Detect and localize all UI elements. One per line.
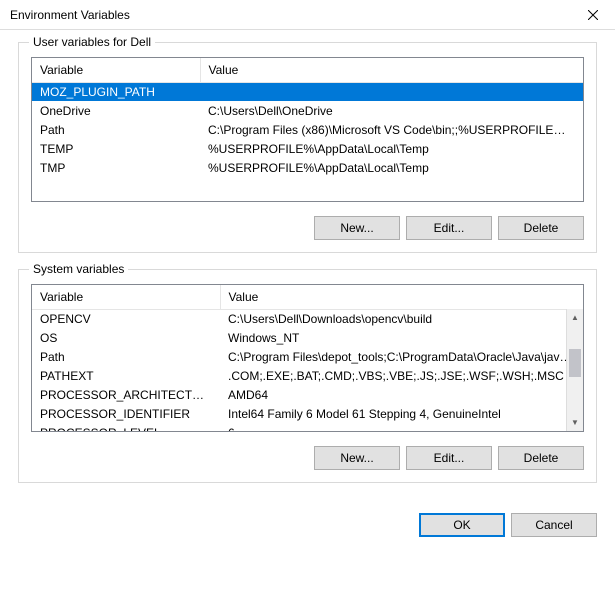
user-edit-button[interactable]: Edit...	[406, 216, 492, 240]
user-group-legend: User variables for Dell	[29, 35, 155, 49]
cell-value: AMD64	[220, 385, 583, 404]
system-delete-button[interactable]: Delete	[498, 446, 584, 470]
user-new-button[interactable]: New...	[314, 216, 400, 240]
dialog-content: User variables for Dell Variable Value M…	[0, 30, 615, 513]
cell-variable: OneDrive	[32, 101, 200, 120]
cell-variable: Path	[32, 347, 220, 366]
titlebar: Environment Variables	[0, 0, 615, 30]
user-col-variable[interactable]: Variable	[32, 58, 200, 82]
table-row[interactable]: MOZ_PLUGIN_PATH	[32, 82, 583, 101]
scroll-up-icon[interactable]: ▲	[567, 309, 583, 326]
system-variables-group: System variables Variable Value OPENCVC:…	[18, 269, 597, 483]
close-icon	[588, 10, 598, 20]
user-delete-button[interactable]: Delete	[498, 216, 584, 240]
cell-value: %USERPROFILE%\AppData\Local\Temp	[200, 158, 583, 177]
cell-variable: PROCESSOR_LEVEL	[32, 423, 220, 432]
cell-value: 6	[220, 423, 583, 432]
cell-variable: PATHEXT	[32, 366, 220, 385]
cancel-button[interactable]: Cancel	[511, 513, 597, 537]
system-new-button[interactable]: New...	[314, 446, 400, 470]
user-variables-table[interactable]: Variable Value MOZ_PLUGIN_PATHOneDriveC:…	[32, 58, 583, 177]
cell-variable: MOZ_PLUGIN_PATH	[32, 82, 200, 101]
table-row[interactable]: PROCESSOR_LEVEL6	[32, 423, 583, 432]
cell-variable: OPENCV	[32, 309, 220, 328]
user-button-row: New... Edit... Delete	[31, 216, 584, 240]
cell-variable: TEMP	[32, 139, 200, 158]
cell-value: %USERPROFILE%\AppData\Local\Temp	[200, 139, 583, 158]
table-row[interactable]: PATHEXT.COM;.EXE;.BAT;.CMD;.VBS;.VBE;.JS…	[32, 366, 583, 385]
table-row[interactable]: PROCESSOR_IDENTIFIERIntel64 Family 6 Mod…	[32, 404, 583, 423]
scroll-thumb[interactable]	[569, 349, 581, 377]
table-row[interactable]: OneDriveC:\Users\Dell\OneDrive	[32, 101, 583, 120]
system-col-variable[interactable]: Variable	[32, 285, 220, 309]
scroll-down-icon[interactable]: ▼	[567, 414, 583, 431]
cell-value: .COM;.EXE;.BAT;.CMD;.VBS;.VBE;.JS;.JSE;.…	[220, 366, 583, 385]
system-scrollbar[interactable]: ▲ ▼	[566, 309, 583, 431]
system-button-row: New... Edit... Delete	[31, 446, 584, 470]
system-variables-table[interactable]: Variable Value OPENCVC:\Users\Dell\Downl…	[32, 285, 583, 432]
cell-variable: PROCESSOR_ARCHITECTURE	[32, 385, 220, 404]
dialog-footer: OK Cancel	[0, 513, 615, 551]
table-row[interactable]: PROCESSOR_ARCHITECTUREAMD64	[32, 385, 583, 404]
cell-value: C:\Users\Dell\Downloads\opencv\build	[220, 309, 583, 328]
table-row[interactable]: TEMP%USERPROFILE%\AppData\Local\Temp	[32, 139, 583, 158]
cell-variable: TMP	[32, 158, 200, 177]
system-edit-button[interactable]: Edit...	[406, 446, 492, 470]
cell-value: Windows_NT	[220, 328, 583, 347]
close-button[interactable]	[570, 0, 615, 30]
system-col-value[interactable]: Value	[220, 285, 583, 309]
cell-value: C:\Users\Dell\OneDrive	[200, 101, 583, 120]
system-group-legend: System variables	[29, 262, 128, 276]
cell-value: C:\Program Files\depot_tools;C:\ProgramD…	[220, 347, 583, 366]
window-title: Environment Variables	[10, 8, 570, 22]
table-row[interactable]: OSWindows_NT	[32, 328, 583, 347]
cell-variable: PROCESSOR_IDENTIFIER	[32, 404, 220, 423]
cell-value	[200, 82, 583, 101]
table-row[interactable]: TMP%USERPROFILE%\AppData\Local\Temp	[32, 158, 583, 177]
cell-variable: OS	[32, 328, 220, 347]
table-row[interactable]: PathC:\Program Files (x86)\Microsoft VS …	[32, 120, 583, 139]
table-row[interactable]: OPENCVC:\Users\Dell\Downloads\opencv\bui…	[32, 309, 583, 328]
user-variables-group: User variables for Dell Variable Value M…	[18, 42, 597, 253]
user-col-value[interactable]: Value	[200, 58, 583, 82]
ok-button[interactable]: OK	[419, 513, 505, 537]
cell-variable: Path	[32, 120, 200, 139]
system-variables-table-container: Variable Value OPENCVC:\Users\Dell\Downl…	[31, 284, 584, 432]
cell-value: C:\Program Files (x86)\Microsoft VS Code…	[200, 120, 583, 139]
cell-value: Intel64 Family 6 Model 61 Stepping 4, Ge…	[220, 404, 583, 423]
user-variables-table-container: Variable Value MOZ_PLUGIN_PATHOneDriveC:…	[31, 57, 584, 202]
table-row[interactable]: PathC:\Program Files\depot_tools;C:\Prog…	[32, 347, 583, 366]
